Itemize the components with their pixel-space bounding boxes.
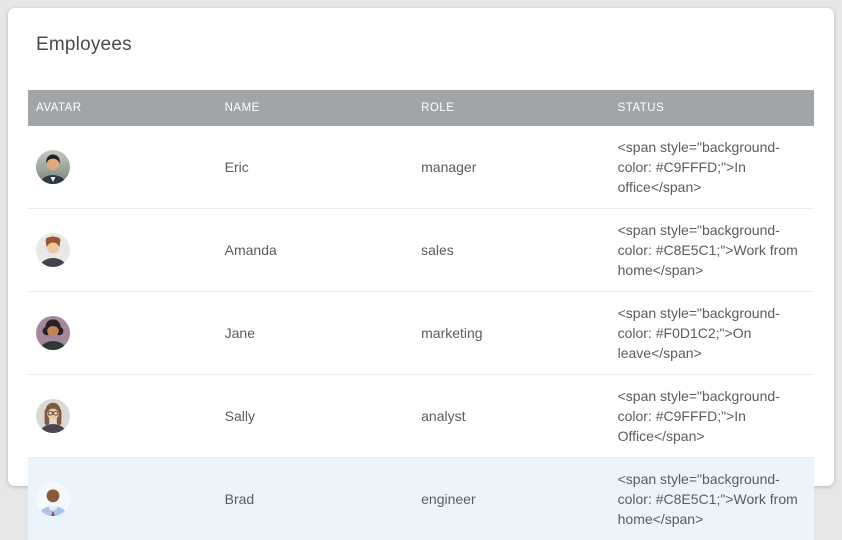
name-cell: Jane — [217, 292, 414, 375]
avatar-photo-jane — [36, 316, 70, 350]
table-header-row: AVATAR NAME ROLE STATUS — [28, 90, 814, 126]
name-cell: Amanda — [217, 209, 414, 292]
status-cell: <span style="background-color: #C8E5C1;"… — [610, 209, 814, 292]
table-row-amanda[interactable]: Amanda sales <span style="background-col… — [28, 209, 814, 292]
role-cell: manager — [413, 126, 610, 209]
employees-table: AVATAR NAME ROLE STATUS — [28, 90, 814, 540]
name-cell: Sally — [217, 375, 414, 458]
column-header-role: ROLE — [413, 90, 610, 126]
avatar-cell — [28, 292, 217, 375]
status-cell: <span style="background-color: #C9FFFD;"… — [610, 375, 814, 458]
avatar-cell — [28, 209, 217, 292]
avatar-photo-brad — [36, 482, 70, 516]
column-header-avatar: AVATAR — [28, 90, 217, 126]
role-cell: marketing — [413, 292, 610, 375]
role-cell: sales — [413, 209, 610, 292]
avatar-cell — [28, 375, 217, 458]
role-cell: analyst — [413, 375, 610, 458]
status-cell: <span style="background-color: #C9FFFD;"… — [610, 126, 814, 209]
avatar-photo-sally — [36, 399, 70, 433]
column-header-status: STATUS — [610, 90, 814, 126]
page-title: Employees — [8, 8, 834, 56]
status-cell: <span style="background-color: #F0D1C2;"… — [610, 292, 814, 375]
employees-card: Employees AVATAR NAME ROLE STATUS — [8, 8, 834, 486]
table-row-eric[interactable]: Eric manager <span style="background-col… — [28, 126, 814, 209]
avatar-cell — [28, 126, 217, 209]
table-row-jane[interactable]: Jane marketing <span style="background-c… — [28, 292, 814, 375]
table-row-sally[interactable]: Sally analyst <span style="background-co… — [28, 375, 814, 458]
name-cell: Eric — [217, 126, 414, 209]
avatar-photo-eric — [36, 150, 70, 184]
avatar-photo-amanda — [36, 233, 70, 267]
column-header-name: NAME — [217, 90, 414, 126]
